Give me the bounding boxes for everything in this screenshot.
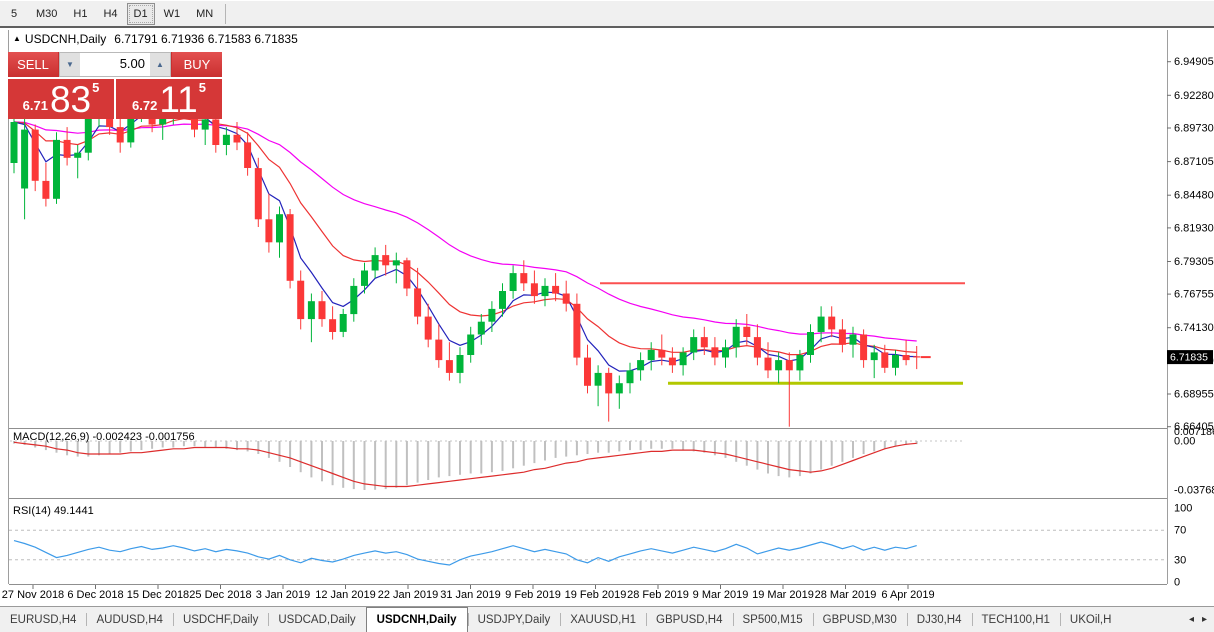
tab-audusd-h4[interactable]: AUDUSD,H4 — [86, 607, 172, 632]
buy-price-sup: 5 — [199, 80, 206, 95]
svg-text:3 Jan 2019: 3 Jan 2019 — [256, 589, 310, 601]
horizontal-level-lines[interactable] — [600, 283, 965, 383]
svg-text:6.87105: 6.87105 — [1174, 156, 1214, 168]
buy-price-prefix: 6.72 — [132, 98, 157, 113]
date-axis: 27 Nov 20186 Dec 2018 15 Dec 201825 Dec 2… — [2, 585, 935, 601]
svg-text:6.81930: 6.81930 — [1174, 222, 1214, 234]
timeframe-button-h1[interactable]: H1 — [66, 3, 94, 25]
symbol-tabbar: EURUSD,H4AUDUSD,H4USDCHF,DailyUSDCAD,Dai… — [0, 606, 1214, 632]
price-axis: 6.94905 6.92280 6.89730 6.87105 6.84480 6.819… — [1167, 56, 1214, 433]
timeframe-button-d1[interactable]: D1 — [127, 3, 155, 25]
tab-usdcad-daily[interactable]: USDCAD,Daily — [268, 607, 365, 632]
tab-gbpusd-h4[interactable]: GBPUSD,H4 — [646, 607, 732, 632]
ma-mid-line — [14, 119, 917, 355]
macd-panel — [10, 441, 965, 490]
tabs-scroll-right-icon[interactable]: ▸ — [1198, 614, 1211, 625]
buy-price-big: 11 — [159, 83, 197, 117]
timeframe-button-mn[interactable]: MN — [189, 3, 220, 25]
tab-ukoil-h[interactable]: UKOil,H — [1060, 607, 1112, 632]
svg-text:100: 100 — [1174, 503, 1192, 515]
svg-text:6.84480: 6.84480 — [1174, 190, 1214, 202]
svg-text:28 Mar 2019: 28 Mar 2019 — [815, 589, 877, 601]
svg-text:6.94905: 6.94905 — [1174, 56, 1214, 68]
macd-signal-line — [14, 442, 917, 486]
sell-price-sup: 5 — [92, 80, 99, 95]
tab-usdcnh-daily[interactable]: USDCNH,Daily — [366, 607, 468, 632]
timeframe-button-h4[interactable]: H4 — [96, 3, 124, 25]
svg-text:0.00: 0.00 — [1174, 436, 1195, 448]
tab-usdjpy-daily[interactable]: USDJPY,Daily — [468, 607, 561, 632]
svg-text:19 Feb 2019: 19 Feb 2019 — [565, 589, 627, 601]
svg-text:19 Mar 2019: 19 Mar 2019 — [752, 589, 814, 601]
svg-text:6.92280: 6.92280 — [1174, 90, 1214, 102]
svg-text:6.68955: 6.68955 — [1174, 389, 1214, 401]
tab-gbpusd-m30[interactable]: GBPUSD,M30 — [813, 607, 907, 632]
svg-text:6.71835: 6.71835 — [1170, 352, 1208, 364]
buy-price-box[interactable]: 6.72 11 5 — [115, 79, 222, 119]
ma-slow-line — [14, 122, 917, 341]
indicator-axes: 0.0071860.00-0.03768810070300 — [1174, 426, 1214, 589]
chart-ohlc-values: 6.71791 6.71936 6.71583 6.71835 — [114, 32, 298, 46]
toolbar-separator — [225, 4, 226, 24]
svg-text:6.89730: 6.89730 — [1174, 123, 1214, 135]
sell-price-big: 83 — [50, 83, 91, 117]
chart-window: 6.94905 6.92280 6.89730 6.87105 6.84480 6.819… — [0, 28, 1214, 606]
tab-dj30-h4[interactable]: DJ30,H4 — [907, 607, 972, 632]
svg-text:6.76755: 6.76755 — [1174, 289, 1214, 301]
svg-text:0: 0 — [1174, 577, 1180, 589]
tab-sp500-m15[interactable]: SP500,M15 — [733, 607, 813, 632]
sell-price-box[interactable]: 6.71 83 5 — [8, 79, 115, 119]
svg-text:6 Apr 2019: 6 Apr 2019 — [881, 589, 934, 601]
rsi-value: 49.1441 — [54, 505, 94, 517]
sell-button[interactable]: SELL — [8, 52, 58, 77]
rsi-indicator-label: RSI(14) 49.1441 — [13, 505, 94, 517]
rsi-line — [14, 541, 917, 565]
macd-name: MACD(12,26,9) — [13, 431, 89, 443]
svg-text:30: 30 — [1174, 554, 1186, 566]
moving-average-lines — [14, 109, 917, 371]
svg-text:-0.037688: -0.037688 — [1174, 484, 1214, 496]
svg-text:6.79305: 6.79305 — [1174, 256, 1214, 268]
svg-text:25 Dec 2018: 25 Dec 2018 — [189, 589, 251, 601]
collapse-icon[interactable]: ▲ — [13, 34, 21, 43]
svg-text:28 Feb 2019: 28 Feb 2019 — [627, 589, 689, 601]
ma-fast-line — [14, 109, 917, 371]
svg-text:70: 70 — [1174, 525, 1186, 537]
svg-text:27 Nov 2018: 27 Nov 2018 — [2, 589, 64, 601]
rsi-panel — [9, 530, 1167, 565]
svg-text:22 Jan 2019: 22 Jan 2019 — [378, 589, 439, 601]
volume-input[interactable]: 5.00 — [80, 53, 150, 76]
rsi-name: RSI(14) — [13, 505, 51, 517]
volume-increase-button[interactable]: ▲ — [150, 53, 170, 76]
one-click-trading-panel: SELL ▼ 5.00 ▲ BUY 6.71 83 5 6.72 11 5 — [8, 52, 222, 119]
timeframe-button-m30[interactable]: M30 — [29, 3, 64, 25]
buy-button[interactable]: BUY — [172, 52, 222, 77]
trading-terminal: 5M30H1H4D1W1MN 6.949056.922806.897306.87… — [0, 0, 1214, 632]
timeframe-toolbar: 5M30H1H4D1W1MN — [0, 0, 1214, 28]
svg-text:31 Jan 2019: 31 Jan 2019 — [440, 589, 501, 601]
chart-header: ▲ USDCNH,Daily 6.71791 6.71936 6.71583 6.7… — [13, 32, 298, 46]
svg-text:9 Mar 2019: 9 Mar 2019 — [693, 589, 749, 601]
tab-usdchf-daily[interactable]: USDCHF,Daily — [173, 607, 268, 632]
volume-decrease-button[interactable]: ▼ — [60, 53, 80, 76]
tab-xauusd-h1[interactable]: XAUUSD,H1 — [560, 607, 646, 632]
svg-text:15 Dec 2018: 15 Dec 2018 — [127, 589, 189, 601]
macd-values: -0.002423 -0.001756 — [92, 431, 194, 443]
tab-tech100-h1[interactable]: TECH100,H1 — [972, 607, 1060, 632]
tabs-scroll-left-icon[interactable]: ◂ — [1185, 614, 1198, 625]
tab-eurusd-h4[interactable]: EURUSD,H4 — [0, 607, 86, 632]
macd-indicator-label: MACD(12,26,9) -0.002423 -0.001756 — [13, 431, 195, 443]
volume-stepper: ▼ 5.00 ▲ — [59, 52, 171, 77]
svg-text:6.74130: 6.74130 — [1174, 322, 1214, 334]
svg-text:6 Dec 2018: 6 Dec 2018 — [67, 589, 123, 601]
svg-text:12 Jan 2019: 12 Jan 2019 — [315, 589, 376, 601]
timeframe-button-w1[interactable]: W1 — [157, 3, 188, 25]
timeframe-button-5[interactable]: 5 — [1, 3, 27, 25]
sell-price-prefix: 6.71 — [23, 98, 48, 113]
svg-text:9 Feb 2019: 9 Feb 2019 — [505, 589, 561, 601]
chart-symbol-label: USDCNH,Daily — [25, 32, 106, 46]
